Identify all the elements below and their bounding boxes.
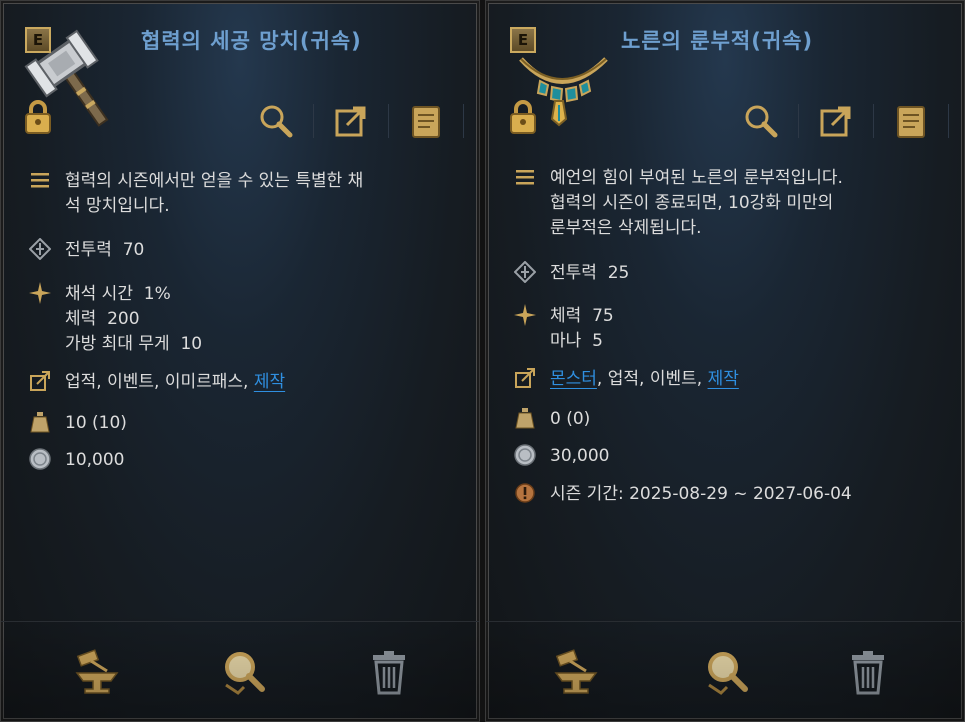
stat-line: 채석 시간 1% — [65, 284, 171, 304]
magnifier-tool-icon — [708, 652, 748, 695]
silver-coin-icon — [29, 448, 51, 470]
bound-lock-icon — [25, 100, 51, 134]
stat-line: 체력 200 — [65, 309, 140, 329]
item-toolbar — [256, 101, 479, 141]
item-toolbar — [741, 101, 964, 141]
stat-line: 체력 75 — [550, 306, 614, 326]
item-tooltip-amulet: E 노른의 룬부적(귀속) 예언의 힘이 부여된 노른의 룬부적입니다. 협력의… — [485, 0, 965, 722]
combat-power-value: 70 — [122, 240, 145, 260]
search-button[interactable] — [256, 101, 296, 141]
weight-row: 0 (0) — [514, 407, 590, 432]
search-button[interactable] — [741, 101, 781, 141]
item-name: 노른의 룬부적(귀속) — [621, 29, 814, 53]
combat-power-label: 전투력 — [65, 240, 112, 260]
appraise-button[interactable] — [213, 644, 273, 700]
toolbar-divider — [463, 104, 464, 138]
combat-power-label: 전투력 — [550, 263, 597, 283]
source-text: 이벤트, — [107, 372, 160, 392]
description: 협력의 시즌에서만 얻을 수 있는 특별한 채 석 망치입니다. — [29, 169, 363, 219]
combat-power-icon — [29, 238, 51, 260]
source-row: 업적, 이벤트, 이미르패스, 제작 — [29, 370, 285, 395]
description-line: 석 망치입니다. — [65, 196, 170, 216]
price-row: 10,000 — [29, 448, 124, 473]
stat-line: 가방 최대 무게 10 — [65, 334, 203, 354]
combat-power-row: 전투력 25 — [514, 261, 629, 286]
toolbar-divider — [948, 104, 949, 138]
description-line: 예언의 힘이 부여된 노른의 룬부적입니다. — [550, 168, 843, 188]
codex-button[interactable] — [406, 101, 446, 141]
salvage-button[interactable] — [548, 644, 608, 700]
source-text: 이벤트, — [649, 369, 703, 389]
source-text: 업적, — [65, 372, 102, 392]
stat-line: 마나 5 — [550, 331, 603, 351]
share-button[interactable] — [331, 101, 371, 141]
trash-icon — [852, 651, 884, 695]
source-text: 업적, — [607, 369, 645, 389]
weight-row: 10 (10) — [29, 411, 127, 436]
source-link-craft[interactable]: 제작 — [708, 369, 739, 389]
share-button[interactable] — [816, 101, 856, 141]
star-stat-icon — [29, 282, 51, 304]
weight-value: 0 (0) — [550, 409, 591, 429]
description-line: 협력의 시즌에서만 얻을 수 있는 특별한 채 — [65, 171, 364, 191]
anvil-hammer-icon — [75, 649, 119, 694]
toolbar-divider — [313, 104, 314, 138]
season-row: 시즌 기간: 2025-08-29 ~ 2027-06-04 — [514, 482, 852, 507]
price-value: 10,000 — [65, 450, 125, 470]
combat-power-value: 25 — [607, 263, 630, 283]
star-stat-icon — [514, 304, 536, 326]
silver-coin-icon — [514, 444, 536, 466]
weight-icon — [29, 411, 51, 433]
source-icon — [29, 370, 51, 392]
item-tooltip-hammer: E 협력의 세공 망치(귀속) 협력의 시즌에서만 얻을 수 있는 특별한 채 … — [0, 0, 480, 722]
warning-icon — [514, 482, 536, 504]
discard-button[interactable] — [838, 644, 898, 700]
source-icon — [514, 367, 536, 389]
list-icon — [29, 169, 51, 191]
magnifier-icon — [745, 105, 778, 138]
external-link-icon — [820, 106, 851, 137]
magnifier-tool-icon — [225, 652, 265, 695]
source-text: 이미르패스, — [164, 372, 249, 392]
price-row: 30,000 — [514, 444, 609, 469]
combat-power-icon — [514, 261, 536, 283]
magnifier-icon — [260, 105, 293, 138]
combat-power-row: 전투력 70 — [29, 238, 144, 263]
appraise-button[interactable] — [696, 644, 756, 700]
list-icon — [514, 166, 536, 188]
stats-row: 채석 시간 1% 체력 200 가방 최대 무게 10 — [29, 282, 202, 357]
source-link-craft[interactable]: 제작 — [254, 372, 285, 392]
description-line: 협력의 시즌이 종료되면, 10강화 미만의 — [550, 193, 834, 213]
book-icon — [412, 106, 440, 138]
toolbar-divider — [388, 104, 389, 138]
tooltip-footer — [1, 621, 479, 721]
bound-lock-icon — [510, 100, 536, 134]
source-link-monster[interactable]: 몬스터 — [550, 369, 597, 389]
grade-badge: E — [510, 27, 536, 53]
toolbar-divider — [873, 104, 874, 138]
stats-row: 체력 75 마나 5 — [514, 304, 614, 354]
codex-button[interactable] — [891, 101, 931, 141]
weight-icon — [514, 407, 536, 429]
anvil-hammer-icon — [554, 649, 598, 694]
discard-button[interactable] — [359, 644, 419, 700]
salvage-button[interactable] — [69, 644, 129, 700]
tooltip-footer — [486, 621, 964, 721]
toolbar-divider — [798, 104, 799, 138]
weight-value: 10 (10) — [65, 413, 127, 433]
source-row: 몬스터, 업적, 이벤트, 제작 — [514, 367, 739, 392]
price-value: 30,000 — [550, 446, 610, 466]
trash-icon — [373, 651, 405, 695]
description: 예언의 힘이 부여된 노른의 룬부적입니다. 협력의 시즌이 종료되면, 10강… — [514, 166, 843, 241]
grade-badge: E — [25, 27, 51, 53]
season-period: 시즌 기간: 2025-08-29 ~ 2027-06-04 — [550, 484, 852, 504]
external-link-icon — [335, 106, 366, 137]
item-name: 협력의 세공 망치(귀속) — [141, 29, 362, 53]
description-line: 룬부적은 삭제됩니다. — [550, 218, 702, 238]
book-icon — [897, 106, 925, 138]
